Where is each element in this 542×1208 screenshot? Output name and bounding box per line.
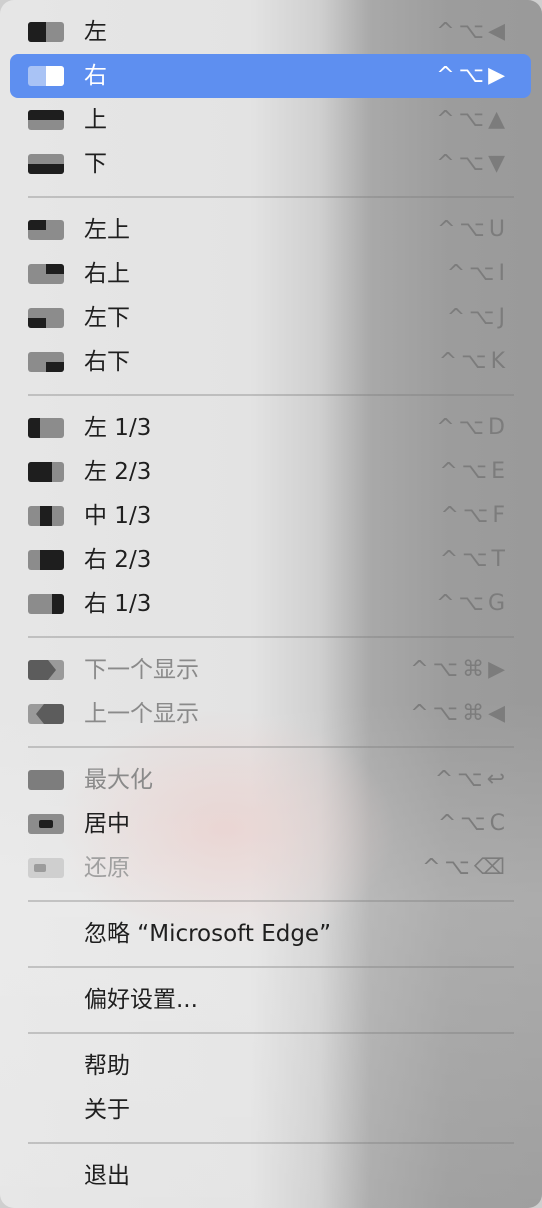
menu-separator bbox=[28, 746, 514, 748]
menu-item-shortcut: ^⌥T bbox=[439, 547, 509, 572]
menu-item-shortcut: ^⌥◀ bbox=[436, 19, 509, 44]
menu-item-shortcut: ^⌥⌫ bbox=[422, 855, 509, 880]
center-icon bbox=[28, 814, 64, 834]
menu-item-quit[interactable]: 退出 bbox=[10, 1154, 531, 1198]
menu-item-left[interactable]: 左 ^⌥◀ bbox=[10, 10, 531, 54]
snap-left-icon bbox=[28, 22, 64, 42]
right-third-icon bbox=[28, 594, 64, 614]
snap-top-left-icon bbox=[28, 220, 64, 240]
menu-item-label: 关于 bbox=[84, 1097, 130, 1123]
restore-icon bbox=[28, 858, 64, 878]
menu-item-label: 下 bbox=[84, 151, 107, 177]
menu-item-shortcut: ^⌥⌘▶ bbox=[410, 657, 509, 682]
menu-separator bbox=[28, 1032, 514, 1034]
menu-item-label: 中 1/3 bbox=[84, 503, 152, 529]
menu-item-shortcut: ^⌥▲ bbox=[436, 107, 509, 132]
menu-separator bbox=[28, 636, 514, 638]
menu-item-label: 居中 bbox=[84, 811, 130, 837]
snap-bottom-right-icon bbox=[28, 352, 64, 372]
menu-item-label: 上 bbox=[84, 107, 107, 133]
menu-separator bbox=[28, 900, 514, 902]
menu-item-label: 偏好设置... bbox=[84, 987, 198, 1013]
menu-item-shortcut: ^⌥↩ bbox=[434, 767, 509, 792]
menu-item-right-two-thirds[interactable]: 右 2/3 ^⌥T bbox=[10, 538, 531, 582]
menu-item-label: 左 1/3 bbox=[84, 415, 152, 441]
menu-item-label: 右 bbox=[84, 63, 107, 89]
menu-item-label: 退出 bbox=[84, 1163, 130, 1189]
menu-item-label: 右 2/3 bbox=[84, 547, 152, 573]
snap-right-icon bbox=[28, 66, 64, 86]
menu-item-shortcut: ^⌥U bbox=[437, 217, 509, 242]
menu-item-shortcut: ^⌥I bbox=[446, 261, 509, 286]
menu-separator bbox=[28, 966, 514, 968]
menu-item-top[interactable]: 上 ^⌥▲ bbox=[10, 98, 531, 142]
menu-item-bottom-right[interactable]: 右下 ^⌥K bbox=[10, 340, 531, 384]
snap-bottom-icon bbox=[28, 154, 64, 174]
menu-item-help[interactable]: 帮助 bbox=[10, 1044, 531, 1088]
left-third-icon bbox=[28, 418, 64, 438]
menu-item-preferences[interactable]: 偏好设置... bbox=[10, 978, 531, 1022]
menu-item-shortcut: ^⌥⌘◀ bbox=[410, 701, 509, 726]
menu-item-label: 右 1/3 bbox=[84, 591, 152, 617]
menu-item-center-third[interactable]: 中 1/3 ^⌥F bbox=[10, 494, 531, 538]
menu-item-shortcut: ^⌥F bbox=[440, 503, 509, 528]
menu-item-shortcut: ^⌥K bbox=[438, 349, 509, 374]
menu-item-label: 左 2/3 bbox=[84, 459, 152, 485]
menu-item-label: 右上 bbox=[84, 261, 130, 287]
menu-item-label: 左 bbox=[84, 19, 107, 45]
menu-separator bbox=[28, 196, 514, 198]
menu-item-right[interactable]: 右 ^⌥▶ bbox=[10, 54, 531, 98]
maximize-icon bbox=[28, 770, 64, 790]
menu-item-label: 最大化 bbox=[84, 767, 153, 793]
menu-item-label: 左上 bbox=[84, 217, 130, 243]
menu-item-left-third[interactable]: 左 1/3 ^⌥D bbox=[10, 406, 531, 450]
menu-item-label: 上一个显示 bbox=[84, 701, 199, 727]
menu-item-label: 下一个显示 bbox=[84, 657, 199, 683]
menu-item-label: 左下 bbox=[84, 305, 130, 331]
menu-item-shortcut: ^⌥J bbox=[446, 305, 509, 330]
right-two-thirds-icon bbox=[28, 550, 64, 570]
menu-item-label: 右下 bbox=[84, 349, 130, 375]
menu-item-about[interactable]: 关于 bbox=[10, 1088, 531, 1132]
menu-item-ignore-app[interactable]: 忽略 “Microsoft Edge” bbox=[10, 912, 531, 956]
menu-item-shortcut: ^⌥D bbox=[436, 415, 509, 440]
menu-item-restore[interactable]: 还原 ^⌥⌫ bbox=[10, 846, 531, 890]
menu-item-next-display[interactable]: 下一个显示 ^⌥⌘▶ bbox=[10, 648, 531, 692]
snap-bottom-left-icon bbox=[28, 308, 64, 328]
menu-item-label: 帮助 bbox=[84, 1053, 130, 1079]
menu-item-shortcut: ^⌥C bbox=[437, 811, 509, 836]
menu-item-maximize[interactable]: 最大化 ^⌥↩ bbox=[10, 758, 531, 802]
previous-display-icon bbox=[28, 704, 64, 724]
snap-top-right-icon bbox=[28, 264, 64, 284]
menu-item-shortcut: ^⌥▶ bbox=[436, 63, 509, 88]
window-snap-menu: 左 ^⌥◀ 右 ^⌥▶ 上 ^⌥▲ 下 ^⌥▼ 左上 ^⌥U 右上 ^⌥I 左下… bbox=[0, 0, 542, 1208]
menu-separator bbox=[28, 394, 514, 396]
menu-item-top-right[interactable]: 右上 ^⌥I bbox=[10, 252, 531, 296]
menu-item-top-left[interactable]: 左上 ^⌥U bbox=[10, 208, 531, 252]
menu-item-bottom-left[interactable]: 左下 ^⌥J bbox=[10, 296, 531, 340]
menu-separator bbox=[28, 1142, 514, 1144]
menu-item-label: 忽略 “Microsoft Edge” bbox=[84, 921, 332, 947]
center-third-icon bbox=[28, 506, 64, 526]
menu-item-shortcut: ^⌥▼ bbox=[436, 151, 509, 176]
snap-top-icon bbox=[28, 110, 64, 130]
menu-item-label: 还原 bbox=[84, 855, 130, 881]
menu-item-shortcut: ^⌥G bbox=[436, 591, 509, 616]
menu-item-left-two-thirds[interactable]: 左 2/3 ^⌥E bbox=[10, 450, 531, 494]
left-two-thirds-icon bbox=[28, 462, 64, 482]
menu-item-previous-display[interactable]: 上一个显示 ^⌥⌘◀ bbox=[10, 692, 531, 736]
menu-item-center[interactable]: 居中 ^⌥C bbox=[10, 802, 531, 846]
next-display-icon bbox=[28, 660, 64, 680]
menu-item-bottom[interactable]: 下 ^⌥▼ bbox=[10, 142, 531, 186]
menu-item-right-third[interactable]: 右 1/3 ^⌥G bbox=[10, 582, 531, 626]
menu-item-shortcut: ^⌥E bbox=[439, 459, 509, 484]
